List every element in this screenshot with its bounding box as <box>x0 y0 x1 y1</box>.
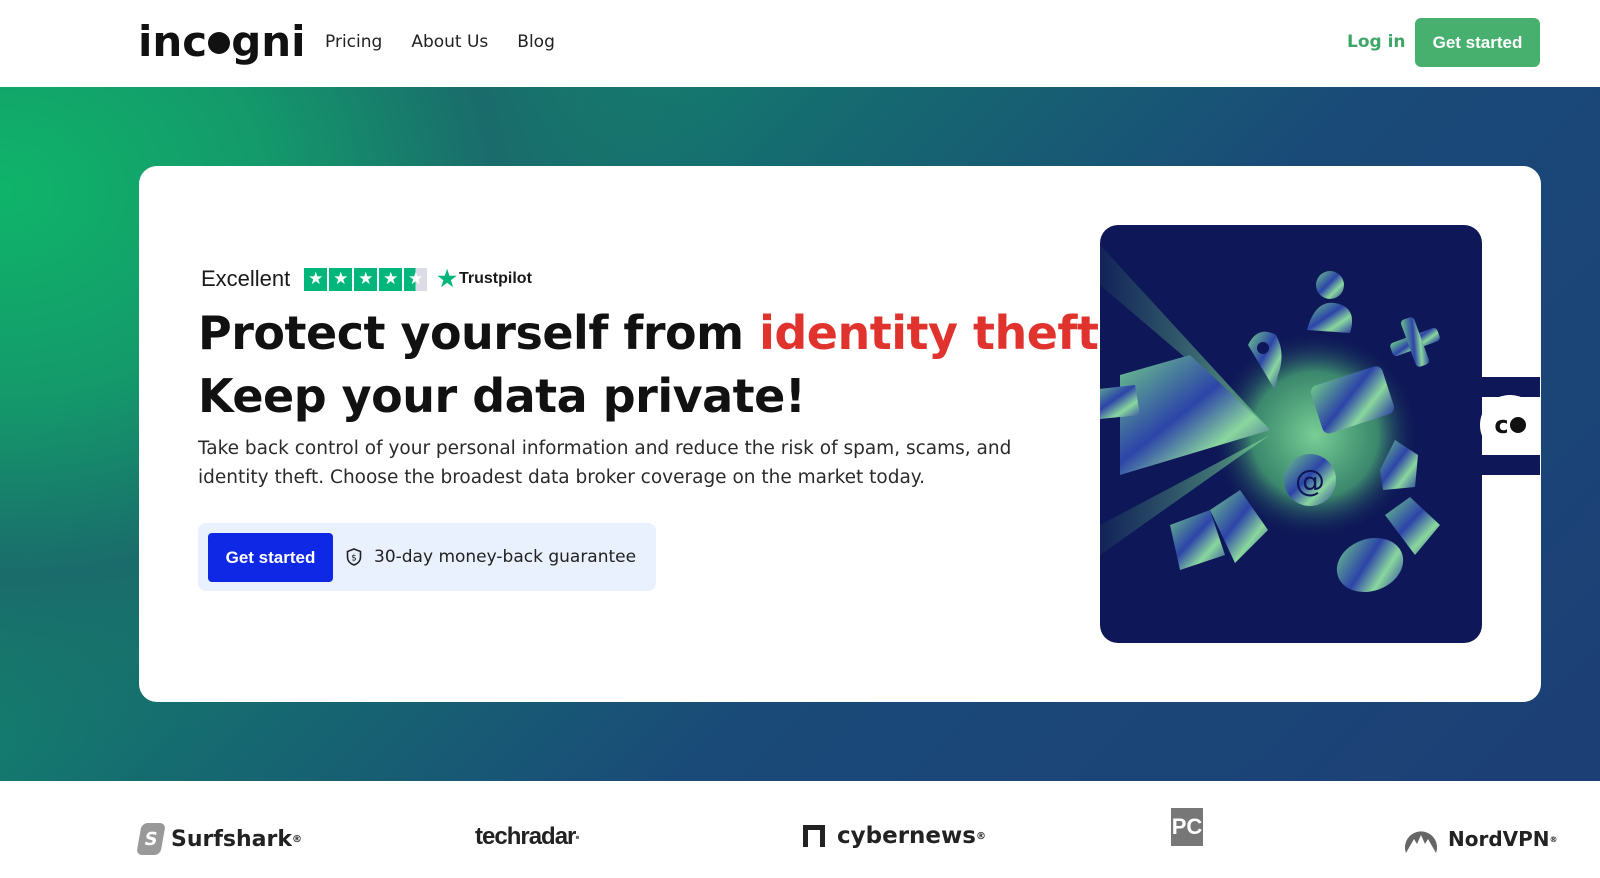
plane-wing-shape <box>1100 385 1140 419</box>
login-link[interactable]: Log in <box>1347 30 1406 54</box>
pcmag-logo: PC <box>1171 808 1203 846</box>
nav-blog[interactable]: Blog <box>517 30 555 54</box>
cta-container: Get started $ 30-day money-back guarante… <box>198 523 656 591</box>
chat-notch <box>1480 377 1540 397</box>
chat-widget-icon: c <box>1494 411 1509 439</box>
money-back-guarantee: $ 30-day money-back guarantee <box>346 545 636 569</box>
main-nav: Pricing About Us Blog <box>325 30 555 54</box>
surfshark-logo: S Surfshark ® <box>136 823 302 855</box>
half-star-icon: ★ <box>404 267 428 291</box>
headline-accent: identity theft. <box>759 306 1116 360</box>
hero-get-started-button[interactable]: Get started <box>208 533 333 582</box>
hero-illustration: @ <box>1100 225 1482 643</box>
user-body-shape <box>1307 302 1353 333</box>
hero-card: Excellent ★ ★ ★ ★ ★ ★ Trustpilot Protect… <box>139 166 1541 702</box>
at-glyph: @ <box>1295 464 1325 499</box>
trustpilot-rating[interactable]: Excellent ★ ★ ★ ★ ★ ★ Trustpilot <box>201 266 532 292</box>
chat-widget-dot <box>1509 417 1526 433</box>
chat-widget-button[interactable]: c <box>1480 395 1540 455</box>
star-icon: ★ <box>354 267 378 291</box>
star-icon: ★ <box>379 267 403 291</box>
hero-section: Excellent ★ ★ ★ ★ ★ ★ Trustpilot Protect… <box>0 87 1600 781</box>
phone-bubble-shape <box>1336 537 1404 593</box>
nordvpn-logo: NordVPN ® <box>1402 823 1558 855</box>
rating-label: Excellent <box>201 266 291 291</box>
chat-notch <box>1480 455 1540 475</box>
header-get-started-button[interactable]: Get started <box>1415 18 1540 67</box>
pcmag-icon: PC <box>1171 808 1203 846</box>
incogni-logo[interactable]: inc gni <box>138 14 306 70</box>
trustpilot-logo: ★ Trustpilot <box>437 266 532 291</box>
star-icon: ★ <box>304 267 328 291</box>
logo-dot <box>208 32 231 54</box>
trustpilot-star-icon: ★ <box>437 266 458 291</box>
hero-headline: Protect yourself from identity theft. Ke… <box>198 306 1116 423</box>
press-logos: S Surfshark ® techradar ▪ cybernews ® PC No… <box>0 781 1600 878</box>
nordvpn-icon <box>1405 831 1437 853</box>
rating-stars: ★ ★ ★ ★ ★ <box>304 267 428 291</box>
cybernews-logo: cybernews ® <box>803 823 986 849</box>
svg-text:$: $ <box>351 554 357 564</box>
techradar-logo: techradar ▪ <box>475 823 580 850</box>
hero-subtitle: Take back control of your personal infor… <box>198 438 1012 488</box>
shield-dollar-icon: $ <box>346 548 362 566</box>
nav-about-us[interactable]: About Us <box>411 30 488 54</box>
cybernews-icon <box>803 825 825 847</box>
site-header: inc gni Pricing About Us Blog Log in Get … <box>0 0 1600 87</box>
data-icons-illustration: @ <box>1100 245 1440 593</box>
user-head-shape <box>1316 271 1344 299</box>
nav-pricing[interactable]: Pricing <box>325 30 382 54</box>
pin-hole <box>1257 342 1269 354</box>
surfshark-icon: S <box>136 823 166 855</box>
star-icon: ★ <box>329 267 353 291</box>
